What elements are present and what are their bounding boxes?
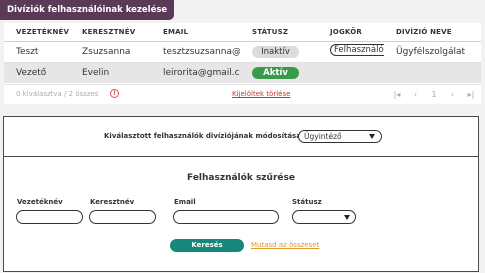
cell-email: leirorita@gmail.com xyxy=(151,62,240,83)
filter-title: Felhasználók szűrése xyxy=(187,173,295,183)
cell-division xyxy=(384,62,481,83)
column-header-status[interactable]: STÁTUSZ xyxy=(240,23,318,42)
first-page-icon[interactable]: |◂ xyxy=(390,90,404,99)
show-all-link[interactable]: Mutasd az összeset xyxy=(251,241,319,249)
column-header-email[interactable]: EMAIL xyxy=(151,23,240,42)
table-row[interactable]: Teszt Zsuzsanna tesztzsuzsanna@gmail.com… xyxy=(4,41,481,63)
cell-last-name: Teszt xyxy=(4,41,70,63)
pagination: |◂ ‹ 1 › ▸| xyxy=(390,88,478,100)
status-badge: Aktív xyxy=(252,66,299,79)
search-button[interactable]: Keresés xyxy=(170,239,244,252)
division-change-row: Kiválasztott felhasználók divíziójának m… xyxy=(4,117,478,157)
cell-status: Inaktív xyxy=(240,41,318,63)
role-select-value: Felhasználó xyxy=(334,45,384,55)
first-name-label: Keresztnév xyxy=(90,198,135,206)
next-page-icon[interactable]: › xyxy=(446,90,460,99)
users-table-panel: VEZETÉKNÉV KERESZTNÉV EMAIL STÁTUSZ JOGK… xyxy=(4,23,481,104)
cell-last-name: Vezető xyxy=(4,62,70,83)
column-header-first-name[interactable]: KERESZTNÉV xyxy=(70,23,151,42)
column-header-last-name[interactable]: VEZETÉKNÉV xyxy=(4,23,70,42)
cell-email: tesztzsuzsanna@gmail.com xyxy=(151,41,240,63)
cell-division: Ügyfélszolgálat xyxy=(384,41,481,63)
table-header-row: VEZETÉKNÉV KERESZTNÉV EMAIL STÁTUSZ JOGK… xyxy=(4,23,481,42)
chevron-down-icon xyxy=(369,134,375,139)
clear-selection-link[interactable]: Kijelöltek törlése xyxy=(232,90,290,98)
chevron-down-icon xyxy=(344,215,350,220)
page-title: Divíziók felhasználóinak kezelése xyxy=(0,0,175,20)
division-select-value: Ügyintéző xyxy=(304,132,342,141)
table-footer: 0 kiválasztva / 2 összes ! Kijelöltek tö… xyxy=(4,84,481,104)
cell-role: Felhasználó xyxy=(318,41,384,63)
previous-page-icon[interactable]: ‹ xyxy=(409,90,423,99)
status-select[interactable] xyxy=(292,210,356,224)
last-page-icon[interactable]: ▸| xyxy=(464,90,478,99)
role-select[interactable]: Felhasználó xyxy=(330,44,384,56)
selection-count: 0 kiválasztva / 2 összes xyxy=(16,90,99,98)
info-icon[interactable]: ! xyxy=(110,89,119,98)
cell-status: Aktív xyxy=(240,62,318,83)
current-page-number: 1 xyxy=(431,89,437,99)
first-name-input[interactable] xyxy=(89,210,156,224)
cell-first-name: Evelin xyxy=(70,62,151,83)
last-name-input[interactable] xyxy=(16,210,83,224)
division-select[interactable]: Ügyintéző xyxy=(298,130,382,143)
email-input[interactable] xyxy=(173,210,279,224)
status-badge: Inaktív xyxy=(252,45,299,58)
status-label: Státusz xyxy=(292,198,322,206)
actions-panel: Kiválasztott felhasználók divíziójának m… xyxy=(3,116,479,272)
division-change-label: Kiválasztott felhasználók divíziójának m… xyxy=(104,132,304,140)
last-name-label: Vezetéknév xyxy=(17,198,63,206)
column-header-role[interactable]: JOGKÖR xyxy=(318,23,384,42)
users-table: VEZETÉKNÉV KERESZTNÉV EMAIL STÁTUSZ JOGK… xyxy=(4,23,481,83)
cell-role xyxy=(318,62,384,83)
cell-first-name: Zsuzsanna xyxy=(70,41,151,63)
table-row[interactable]: Vezető Evelin leirorita@gmail.com Aktív xyxy=(4,62,481,83)
column-header-division[interactable]: DIVÍZIÓ NEVE xyxy=(384,23,481,42)
email-label: Email xyxy=(174,198,196,206)
